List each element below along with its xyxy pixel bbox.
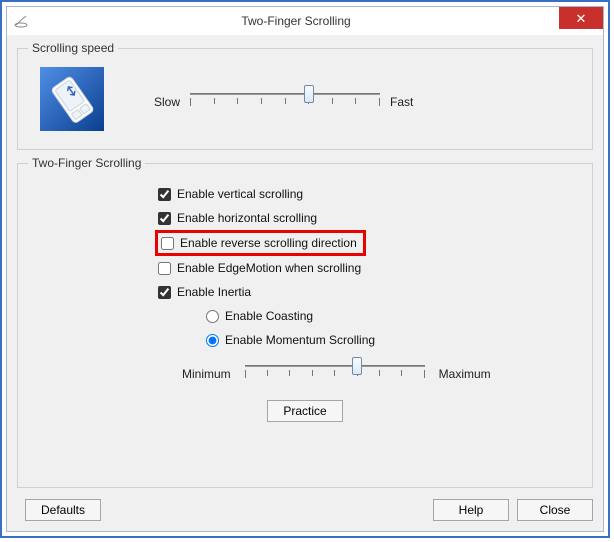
speed-slow-label: Slow bbox=[154, 95, 180, 109]
defaults-button[interactable]: Defaults bbox=[25, 499, 101, 521]
option-reverse-scrolling-highlight: Enable reverse scrolling direction bbox=[155, 230, 366, 256]
option-inertia[interactable]: Enable Inertia bbox=[158, 280, 582, 304]
speed-slider-ticks bbox=[190, 98, 380, 106]
option-coasting[interactable]: Enable Coasting bbox=[206, 304, 582, 328]
dialog-window: Two-Finger Scrolling ✕ Scrolling speed bbox=[6, 6, 604, 532]
checkbox-horizontal-scrolling[interactable] bbox=[158, 212, 171, 225]
checkbox-reverse-scrolling[interactable] bbox=[161, 237, 174, 250]
help-button[interactable]: Help bbox=[433, 499, 509, 521]
speed-slider[interactable] bbox=[190, 90, 380, 114]
inertia-slider-ticks bbox=[245, 370, 425, 378]
checkbox-edgemotion[interactable] bbox=[158, 262, 171, 275]
inertia-max-label: Maximum bbox=[439, 367, 491, 381]
inertia-min-label: Minimum bbox=[182, 367, 231, 381]
speed-slider-thumb[interactable] bbox=[304, 85, 314, 103]
close-dialog-button[interactable]: Close bbox=[517, 499, 593, 521]
window-title: Two-Finger Scrolling bbox=[33, 14, 559, 28]
option-edgemotion[interactable]: Enable EdgeMotion when scrolling bbox=[158, 256, 582, 280]
screenshot-frame: Two-Finger Scrolling ✕ Scrolling speed bbox=[0, 0, 610, 538]
touchpad-icon bbox=[40, 67, 104, 131]
checkbox-vertical-scrolling[interactable] bbox=[158, 188, 171, 201]
label-reverse-scrolling: Enable reverse scrolling direction bbox=[180, 236, 357, 250]
option-momentum[interactable]: Enable Momentum Scrolling bbox=[206, 328, 582, 352]
label-edgemotion: Enable EdgeMotion when scrolling bbox=[177, 261, 361, 275]
label-horizontal-scrolling: Enable horizontal scrolling bbox=[177, 211, 317, 225]
inertia-slider-thumb[interactable] bbox=[352, 357, 362, 375]
practice-button[interactable]: Practice bbox=[267, 400, 343, 422]
group-two-finger-scrolling: Two-Finger Scrolling Enable vertical scr… bbox=[17, 156, 593, 488]
label-vertical-scrolling: Enable vertical scrolling bbox=[177, 187, 303, 201]
client-area: Scrolling speed bbox=[7, 35, 603, 531]
group-scrolling-speed: Scrolling speed bbox=[17, 41, 593, 150]
group-two-finger-scrolling-legend: Two-Finger Scrolling bbox=[28, 156, 145, 170]
inertia-slider[interactable] bbox=[245, 362, 425, 386]
option-horizontal-scrolling[interactable]: Enable horizontal scrolling bbox=[158, 206, 582, 230]
titlebar: Two-Finger Scrolling ✕ bbox=[7, 7, 603, 36]
app-icon bbox=[11, 10, 33, 32]
close-button[interactable]: ✕ bbox=[559, 7, 603, 29]
option-vertical-scrolling[interactable]: Enable vertical scrolling bbox=[158, 182, 582, 206]
group-scrolling-speed-legend: Scrolling speed bbox=[28, 41, 118, 55]
label-inertia: Enable Inertia bbox=[177, 285, 251, 299]
speed-fast-label: Fast bbox=[390, 95, 413, 109]
radio-momentum[interactable] bbox=[206, 334, 219, 347]
checkbox-inertia[interactable] bbox=[158, 286, 171, 299]
dialog-footer: Defaults Help Close bbox=[17, 499, 593, 521]
label-coasting: Enable Coasting bbox=[225, 309, 313, 323]
label-momentum: Enable Momentum Scrolling bbox=[225, 333, 375, 347]
radio-coasting[interactable] bbox=[206, 310, 219, 323]
close-icon: ✕ bbox=[576, 12, 587, 25]
